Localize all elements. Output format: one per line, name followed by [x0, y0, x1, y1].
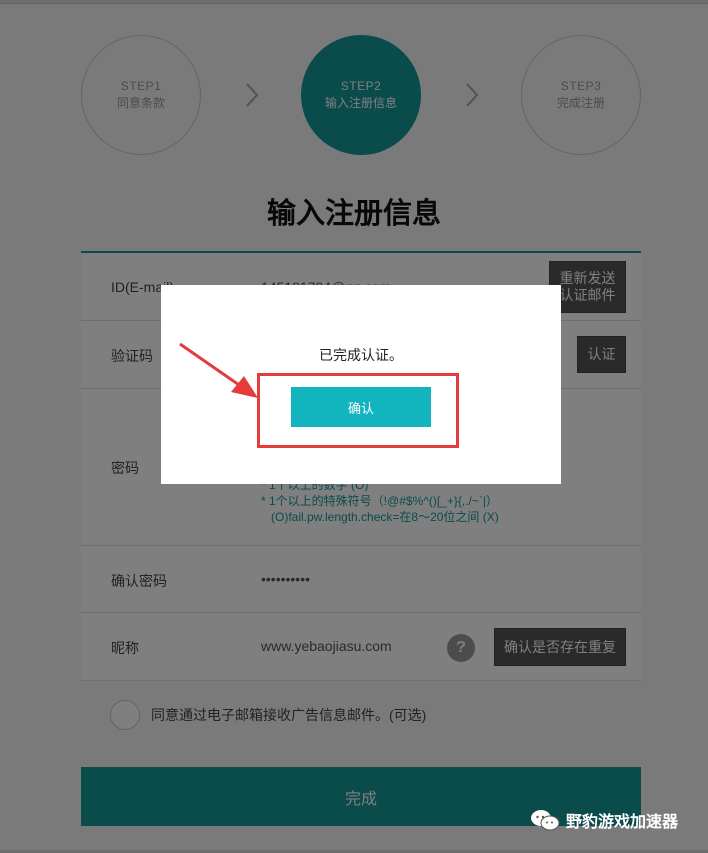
red-arrow-icon	[179, 342, 258, 398]
highlight-box	[257, 373, 459, 448]
watermark-text: 野豹游戏加速器	[566, 814, 679, 831]
watermark: 野豹游戏加速器	[530, 808, 678, 832]
chat-bubbles-icon	[531, 810, 560, 831]
